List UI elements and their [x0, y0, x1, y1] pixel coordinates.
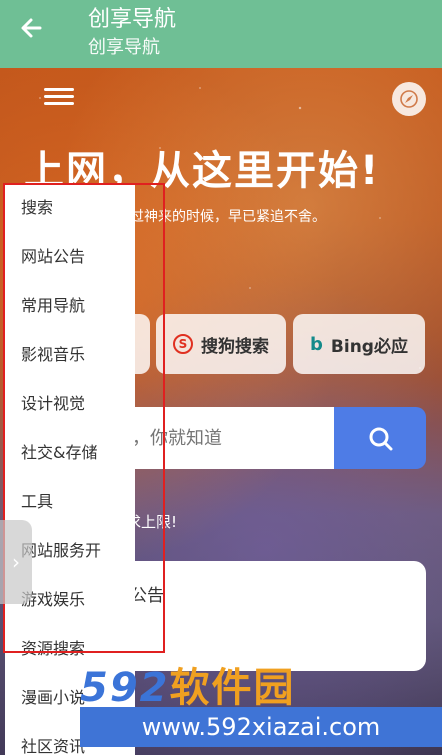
drawer-item-video-music[interactable]: 影视音乐	[5, 330, 135, 379]
arrow-left-icon	[21, 18, 42, 38]
drawer-item-social-storage[interactable]: 社交&存储	[5, 428, 135, 477]
menu-button[interactable]	[44, 84, 74, 110]
watermark: 592软件园 www.592xiazai.com	[80, 655, 442, 755]
sogou-icon: S	[173, 334, 193, 354]
hamburger-line	[44, 102, 74, 105]
drawer-item-announcement[interactable]: 网站公告	[5, 232, 135, 281]
search-input[interactable]	[120, 407, 334, 469]
drawer-item-common-nav[interactable]: 常用导航	[5, 281, 135, 330]
chevron-right-icon: ›	[12, 550, 20, 574]
drawer-item-search[interactable]: 搜索	[5, 183, 135, 232]
engine-label: Bing必应	[330, 336, 408, 357]
compass-button[interactable]	[392, 82, 426, 116]
watermark-digits: 592	[80, 665, 170, 711]
engine-label: 搜狗搜索	[201, 336, 269, 357]
search-box	[120, 407, 426, 469]
hamburger-icon	[44, 88, 74, 91]
back-button[interactable]	[18, 14, 50, 50]
app-subtitle: 创享导航	[88, 37, 160, 58]
app-bar: 创享导航 创享导航	[0, 0, 442, 68]
search-button[interactable]	[334, 407, 426, 469]
drawer-collapse-tab[interactable]: ›	[0, 520, 32, 604]
watermark-logo: 592软件园	[80, 655, 296, 713]
compass-icon	[400, 90, 418, 108]
watermark-cn: 软件园	[169, 665, 296, 711]
engine-tab-bing[interactable]: b Bing必应	[293, 314, 425, 374]
search-icon	[369, 427, 393, 451]
notice-title: 公告	[130, 586, 164, 606]
app-title: 创享导航	[88, 7, 177, 32]
hamburger-line	[44, 95, 74, 98]
hero-tagline: 过神来的时候，早已紧追不舍。	[130, 209, 326, 225]
watermark-url: www.592xiazai.com	[80, 707, 442, 747]
drawer-item-tools[interactable]: 工具	[5, 477, 135, 526]
bing-icon: b	[310, 333, 323, 355]
engine-tab-sogou[interactable]: S 搜狗搜索	[156, 314, 286, 374]
drawer-item-design[interactable]: 设计视觉	[5, 379, 135, 428]
